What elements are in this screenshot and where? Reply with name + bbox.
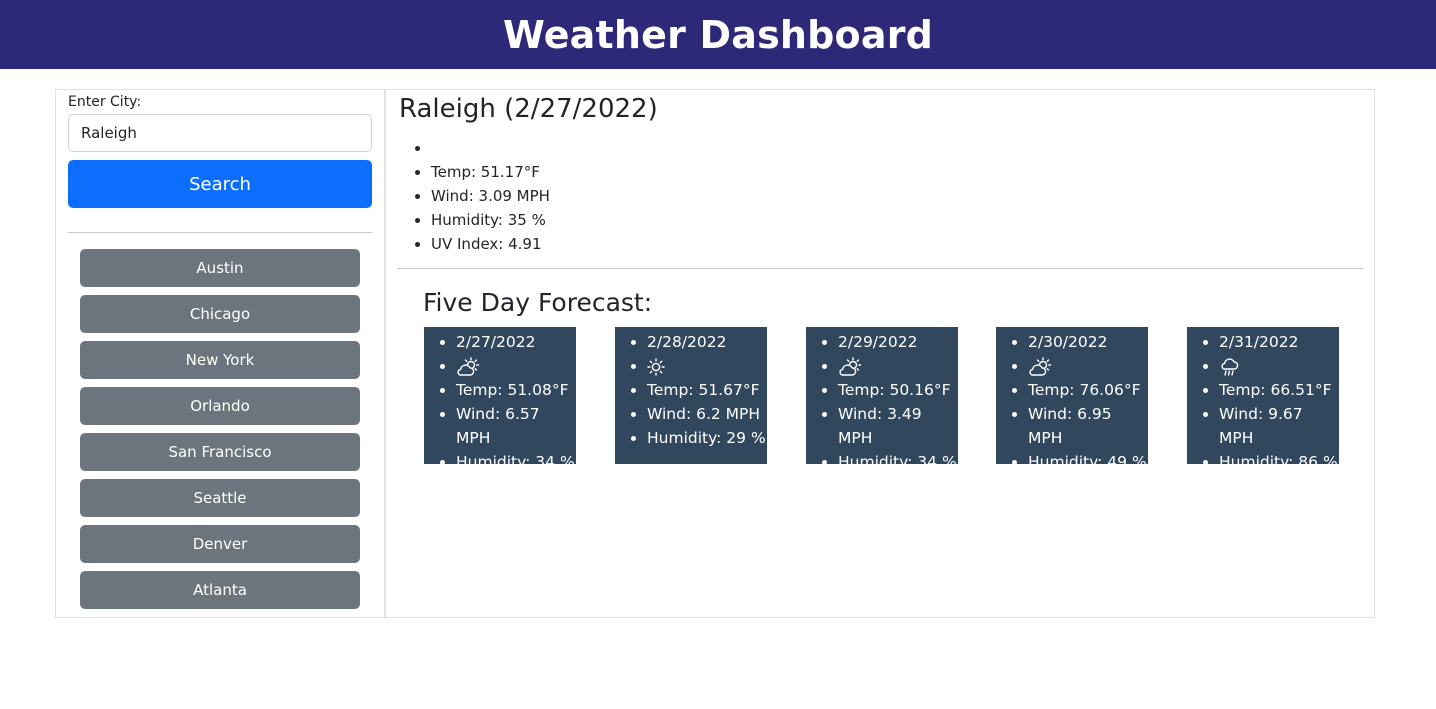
forecast-card: 2/31/2022 Temp: 66.51°F Wind: 9.67 MPH H…: [1187, 327, 1339, 471]
forecast-card: 2/29/2022 Temp: 50.16°F Wind: 3.49 MPH H…: [806, 327, 958, 471]
search-button[interactable]: Search: [68, 160, 372, 208]
forecast-humidity: Humidity: 49 %: [1028, 450, 1148, 474]
history-button-chicago[interactable]: Chicago: [80, 295, 360, 333]
current-weather-icon-item: [431, 136, 550, 160]
forecast-humidity: Humidity: 29 %: [647, 426, 767, 450]
dashboard-frame: Enter City: Search Austin Chicago New Yo…: [55, 89, 1375, 618]
forecast-temp: Temp: 66.51°F: [1219, 378, 1339, 402]
current-weather-list: Temp: 51.17°F Wind: 3.09 MPH Humidity: 3…: [431, 136, 550, 256]
search-history-list: Austin Chicago New York Orlando San Fran…: [80, 249, 360, 617]
forecast-card: 2/28/2022 Temp: 51.67°F Wind: 6.2 MPH Hu…: [615, 327, 767, 464]
forecast-wind: Wind: 6.95 MPH: [1028, 402, 1148, 450]
history-button-seattle[interactable]: Seattle: [80, 479, 360, 517]
forecast-card: 2/27/2022 Temp: 51.08°F Wind: 6.57 MPH H…: [424, 327, 576, 471]
forecast-date: 2/30/2022: [1028, 330, 1148, 354]
partly-cloudy-icon: [838, 356, 862, 377]
forecast-temp: Temp: 51.08°F: [456, 378, 576, 402]
history-button-austin[interactable]: Austin: [80, 249, 360, 287]
forecast-card: 2/30/2022 Temp: 76.06°F Wind: 6.95 MPH H…: [996, 327, 1148, 471]
forecast-humidity: Humidity: 34 %: [838, 450, 958, 474]
city-label: Enter City:: [68, 94, 142, 110]
forecast-date: 2/28/2022: [647, 330, 767, 354]
sun-icon: [647, 357, 671, 377]
sidebar: Enter City: Search Austin Chicago New Yo…: [56, 90, 386, 617]
rain-icon: [1219, 357, 1243, 377]
forecast-temp: Temp: 51.67°F: [647, 378, 767, 402]
forecast-date: 2/27/2022: [456, 330, 576, 354]
city-search-input[interactable]: [68, 114, 372, 152]
history-button-orlando[interactable]: Orlando: [80, 387, 360, 425]
page-title: Weather Dashboard: [502, 12, 934, 57]
history-button-san-francisco[interactable]: San Francisco: [80, 433, 360, 471]
current-temp: Temp: 51.17°F: [431, 160, 550, 184]
history-button-atlanta[interactable]: Atlanta: [80, 571, 360, 609]
forecast-humidity: Humidity: 34 %: [456, 450, 576, 474]
forecast-temp: Temp: 76.06°F: [1028, 378, 1148, 402]
forecast-wind: Wind: 6.57 MPH: [456, 402, 576, 450]
current-uv-index: UV Index: 4.91: [431, 232, 550, 256]
forecast-wind: Wind: 6.2 MPH: [647, 402, 767, 426]
current-wind: Wind: 3.09 MPH: [431, 184, 550, 208]
history-button-denver[interactable]: Denver: [80, 525, 360, 563]
forecast-wind: Wind: 9.67 MPH: [1219, 402, 1339, 450]
partly-cloudy-icon: [1028, 356, 1052, 377]
forecast-temp: Temp: 50.16°F: [838, 378, 958, 402]
forecast-title: Five Day Forecast:: [423, 288, 653, 317]
partly-cloudy-icon: [456, 356, 480, 377]
forecast-date: 2/31/2022: [1219, 330, 1339, 354]
current-humidity: Humidity: 35 %: [431, 208, 550, 232]
forecast-humidity: Humidity: 86 %: [1219, 450, 1339, 474]
main-panel: Raleigh (2/27/2022) Temp: 51.17°F Wind: …: [387, 90, 1374, 617]
forecast-wind: Wind: 3.49 MPH: [838, 402, 958, 450]
current-weather-title: Raleigh (2/27/2022): [399, 94, 658, 124]
forecast-date: 2/29/2022: [838, 330, 958, 354]
sidebar-divider: [68, 232, 372, 233]
app-header: Weather Dashboard: [0, 0, 1436, 69]
history-button-new-york[interactable]: New York: [80, 341, 360, 379]
main-divider: [398, 268, 1363, 269]
